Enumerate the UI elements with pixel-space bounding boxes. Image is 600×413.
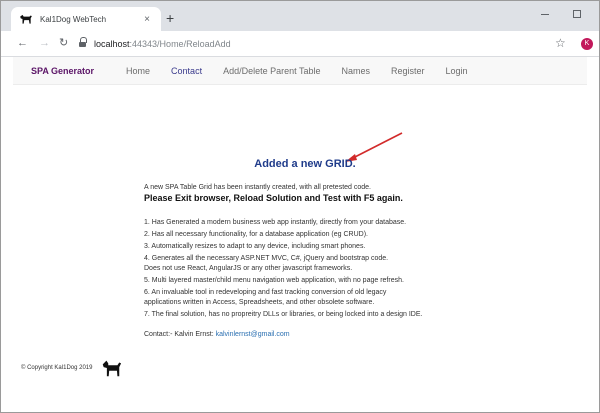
browser-window: Kal1Dog WebTech × + ← → ↻ localhost :443… [0, 0, 600, 413]
tab-title: Kal1Dog WebTech [40, 14, 107, 24]
contact-line: Contact:- Kalvin Ernst: kalvinlernst@gma… [144, 331, 484, 338]
feature-item: 4. Generates all the necessary ASP.NET M… [144, 255, 389, 262]
site-navbar: SPA Generator Home Contact Add/Delete Pa… [13, 57, 587, 85]
maximize-icon[interactable] [573, 10, 581, 18]
feature-item: 3. Automatically resizes to adapt to any… [144, 243, 366, 250]
address-bar[interactable]: localhost :44343/Home/ReloadAdd [79, 35, 519, 53]
browser-tab[interactable]: Kal1Dog WebTech × [11, 7, 161, 31]
dog-logo-icon [103, 360, 122, 377]
profile-avatar[interactable]: K [581, 38, 593, 50]
brand-link[interactable]: SPA Generator [31, 66, 94, 76]
tab-strip: Kal1Dog WebTech × + [1, 1, 599, 31]
feature-item: 6. An invaluable tool in redeveloping an… [144, 289, 387, 296]
url-host: localhost [94, 39, 130, 49]
forward-icon[interactable]: → [39, 36, 50, 50]
url-path: :44343/Home/ReloadAdd [129, 39, 231, 49]
content-body: A new SPA Table Grid has been instantly … [144, 183, 484, 338]
dog-favicon-icon [20, 14, 32, 24]
feature-list: 1. Has Generated a modern business web a… [144, 218, 484, 320]
browser-toolbar: ← → ↻ localhost :44343/Home/ReloadAdd ☆ … [1, 31, 599, 57]
copyright-text: © Copyright Kal1Dog 2019 [21, 365, 93, 371]
feature-item: Does not use React, AngularJS or any oth… [144, 265, 353, 272]
nav-link-login[interactable]: Login [446, 66, 468, 76]
back-icon[interactable]: ← [17, 36, 28, 50]
bookmark-star-icon[interactable]: ☆ [555, 36, 566, 50]
feature-item: 1. Has Generated a modern business web a… [144, 219, 407, 226]
feature-item: applications written in Access, Spreadsh… [144, 299, 375, 306]
nav-link-register[interactable]: Register [391, 66, 425, 76]
page-heading: Added a new GRID. [254, 158, 356, 170]
tab-close-icon[interactable]: × [141, 14, 153, 25]
intro-instruction: Please Exit browser, Reload Solution and… [144, 193, 403, 203]
nav-link-names[interactable]: Names [341, 66, 370, 76]
contact-label: Contact:- Kalvin Ernst: [144, 331, 214, 338]
footer: © Copyright Kal1Dog 2019 [21, 357, 122, 379]
main-content: Added a new GRID. A new SPA Table Grid h… [1, 85, 599, 385]
nav-link-home[interactable]: Home [126, 66, 150, 76]
feature-item: 7. The final solution, has no propreitry… [144, 311, 423, 318]
reload-icon[interactable]: ↻ [59, 36, 68, 50]
nav-link-contact[interactable]: Contact [171, 66, 202, 76]
lock-icon [79, 37, 87, 48]
nav-link-add-delete-parent-table[interactable]: Add/Delete Parent Table [223, 66, 320, 76]
minimize-icon[interactable] [541, 7, 549, 15]
intro-text: A new SPA Table Grid has been instantly … [144, 184, 371, 191]
feature-item: 5. Multi layered master/child menu navig… [144, 277, 404, 284]
new-tab-icon[interactable]: + [166, 11, 174, 25]
contact-email-link[interactable]: kalvinlernst@gmail.com [216, 331, 290, 338]
feature-item: 2. Has all necessary functionality, for … [144, 231, 368, 238]
